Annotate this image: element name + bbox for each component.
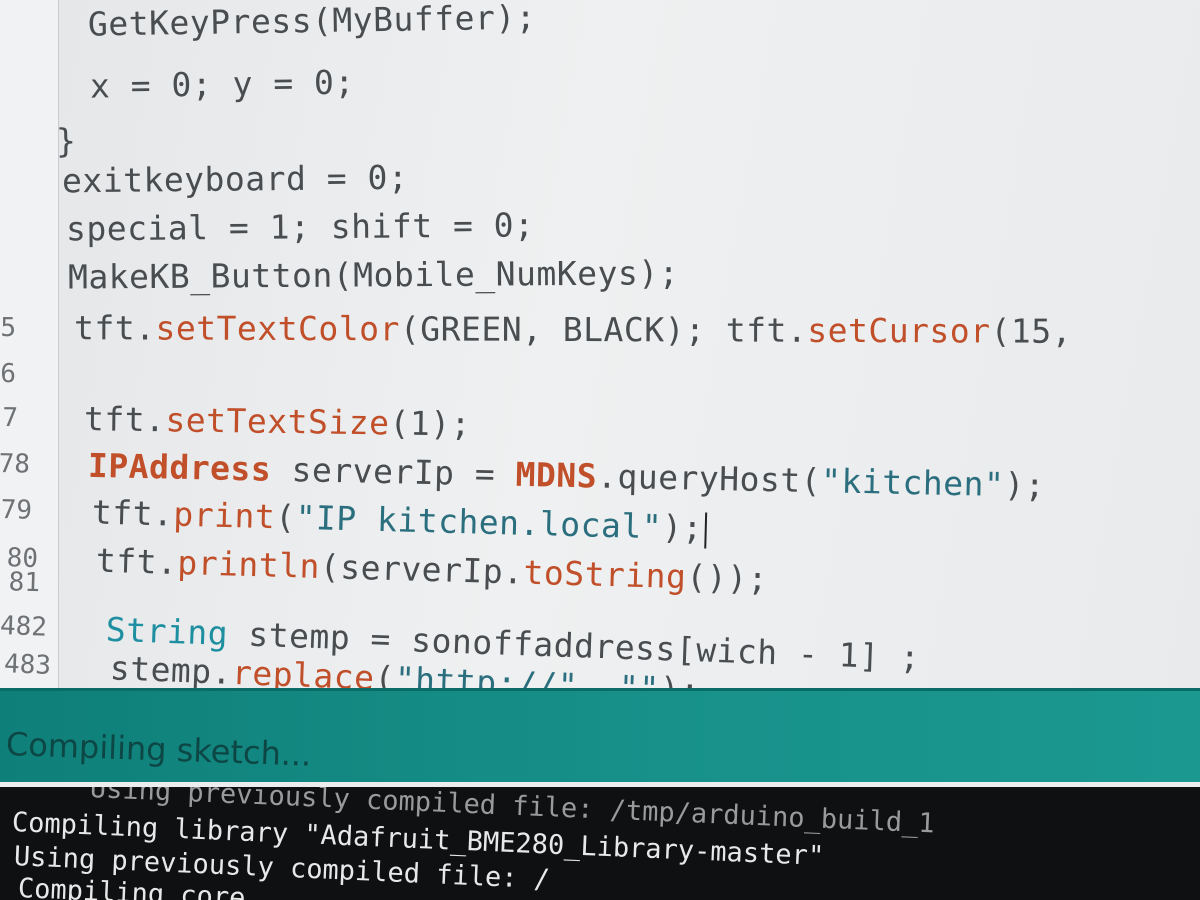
line-number: 5	[0, 313, 17, 344]
line-number: 79	[0, 495, 33, 526]
compile-status-text: Compiling sketch...	[5, 725, 313, 774]
code-text: x = 0; y = 0;	[89, 62, 356, 106]
code-line[interactable]: 482 String stemp = sonoffaddress[wich - …	[0, 602, 921, 677]
text-cursor	[704, 511, 708, 549]
code-line[interactable]: 78 IPAddress serverIp = MDNS.queryHost("…	[0, 440, 1046, 505]
code-text: tft.setTextColor(GREEN, BLACK); tft.setC…	[73, 308, 1073, 351]
line-number: 7	[2, 403, 19, 434]
code-editor[interactable]: GetKeyPress(MyBuffer); x = 0; y = 0; } e…	[0, 0, 1200, 688]
line-number: 78	[0, 448, 31, 480]
arduino-ide-window: GetKeyPress(MyBuffer); x = 0; y = 0; } e…	[0, 0, 1200, 900]
line-number: 483	[3, 649, 52, 681]
code-token: GetKeyPress(MyBuffer);	[87, 0, 537, 44]
output-console[interactable]: Using previously compiled file: /tmp/ard…	[0, 782, 1200, 900]
line-number: 81	[8, 567, 41, 599]
code-line[interactable]: 79 tft.print("IP kitchen.local");	[0, 486, 708, 549]
code-line[interactable]: 81	[0, 558, 40, 606]
code-text: GetKeyPress(MyBuffer);	[88, 0, 537, 49]
code-text: MakeKB_Button(Mobile_NumKeys);	[67, 253, 680, 297]
line-number: 6	[0, 359, 17, 390]
code-text: exitkeyboard = 0;	[61, 157, 409, 201]
code-text: tft.setTextSize(1);	[83, 399, 472, 444]
code-text: special = 1; shift = 0;	[65, 205, 535, 249]
status-bar: Compiling sketch...	[0, 688, 1200, 785]
